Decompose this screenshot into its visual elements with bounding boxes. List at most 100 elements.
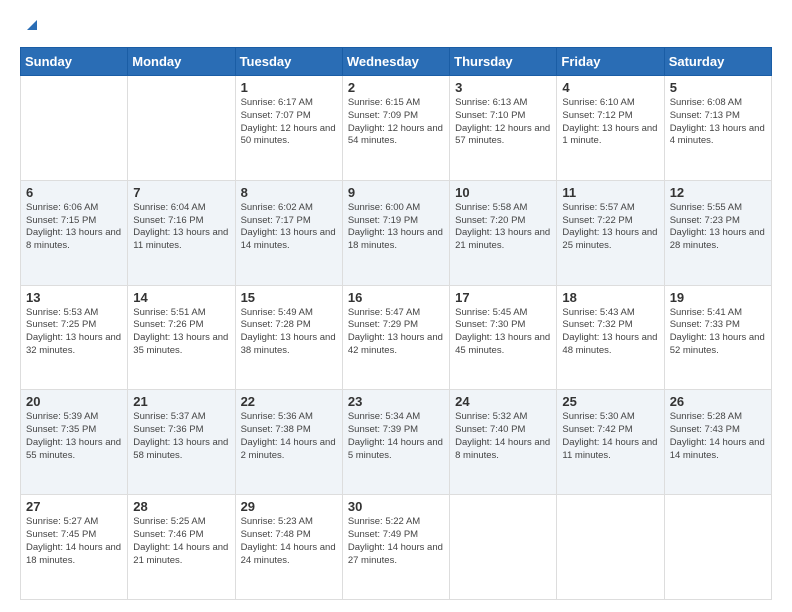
calendar-cell: 7 Sunrise: 6:04 AM Sunset: 7:16 PM Daylig… <box>128 180 235 285</box>
day-info: Sunrise: 6:15 AM Sunset: 7:09 PM Dayligh… <box>348 97 444 148</box>
calendar-cell: 9 Sunrise: 6:00 AM Sunset: 7:19 PM Daylig… <box>342 180 449 285</box>
calendar-week-4: 20 Sunrise: 5:39 AM Sunset: 7:35 PM Dayli… <box>21 390 772 495</box>
calendar-cell: 21 Sunrise: 5:37 AM Sunset: 7:36 PM Dayli… <box>128 390 235 495</box>
weekday-header-monday: Monday <box>128 48 235 76</box>
day-info: Sunrise: 5:43 AM Sunset: 7:32 PM Dayligh… <box>562 307 658 358</box>
day-number: 27 <box>26 499 122 514</box>
day-number: 9 <box>348 185 444 200</box>
day-number: 26 <box>670 394 766 409</box>
header <box>20 16 772 37</box>
calendar-cell: 26 Sunrise: 5:28 AM Sunset: 7:43 PM Dayli… <box>664 390 771 495</box>
calendar-week-2: 6 Sunrise: 6:06 AM Sunset: 7:15 PM Daylig… <box>21 180 772 285</box>
calendar-cell: 18Sunrise: 5:43 AM Sunset: 7:32 PM Dayli… <box>557 285 664 390</box>
calendar-cell: 1 Sunrise: 6:17 AM Sunset: 7:07 PM Daylig… <box>235 76 342 181</box>
day-info: Sunrise: 6:17 AM Sunset: 7:07 PM Dayligh… <box>241 97 337 148</box>
calendar-cell: 24 Sunrise: 5:32 AM Sunset: 7:40 PM Dayli… <box>450 390 557 495</box>
calendar-cell: 4 Sunrise: 6:10 AM Sunset: 7:12 PM Daylig… <box>557 76 664 181</box>
day-info: Sunrise: 5:28 AM Sunset: 7:43 PM Dayligh… <box>670 411 766 462</box>
day-info: Sunrise: 5:25 AM Sunset: 7:46 PM Dayligh… <box>133 516 229 567</box>
weekday-header-tuesday: Tuesday <box>235 48 342 76</box>
day-number: 28 <box>133 499 229 514</box>
weekday-header-saturday: Saturday <box>664 48 771 76</box>
calendar-cell: 5 Sunrise: 6:08 AM Sunset: 7:13 PM Daylig… <box>664 76 771 181</box>
calendar-cell <box>128 76 235 181</box>
day-number: 8 <box>241 185 337 200</box>
day-info: Sunrise: 5:39 AM Sunset: 7:35 PM Dayligh… <box>26 411 122 462</box>
day-info: Sunrise: 6:08 AM Sunset: 7:13 PM Dayligh… <box>670 97 766 148</box>
day-number: 24 <box>455 394 551 409</box>
calendar-cell: 30 Sunrise: 5:22 AM Sunset: 7:49 PM Dayli… <box>342 495 449 600</box>
calendar-cell: 15Sunrise: 5:49 AM Sunset: 7:28 PM Dayli… <box>235 285 342 390</box>
day-number: 29 <box>241 499 337 514</box>
day-info: Sunrise: 6:06 AM Sunset: 7:15 PM Dayligh… <box>26 202 122 253</box>
calendar-cell: 17 Sunrise: 5:45 AM Sunset: 7:30 PM Dayli… <box>450 285 557 390</box>
day-number: 21 <box>133 394 229 409</box>
day-number: 4 <box>562 80 658 95</box>
calendar-cell: 19Sunrise: 5:41 AM Sunset: 7:33 PM Dayli… <box>664 285 771 390</box>
day-info: Sunrise: 5:34 AM Sunset: 7:39 PM Dayligh… <box>348 411 444 462</box>
calendar-cell: 3 Sunrise: 6:13 AM Sunset: 7:10 PM Daylig… <box>450 76 557 181</box>
calendar-cell: 16 Sunrise: 5:47 AM Sunset: 7:29 PM Dayli… <box>342 285 449 390</box>
day-info: Sunrise: 5:32 AM Sunset: 7:40 PM Dayligh… <box>455 411 551 462</box>
day-info: Sunrise: 5:47 AM Sunset: 7:29 PM Dayligh… <box>348 307 444 358</box>
day-number: 17 <box>455 290 551 305</box>
day-info: Sunrise: 5:22 AM Sunset: 7:49 PM Dayligh… <box>348 516 444 567</box>
day-number: 16 <box>348 290 444 305</box>
calendar-cell: 11Sunrise: 5:57 AM Sunset: 7:22 PM Dayli… <box>557 180 664 285</box>
calendar-cell: 27 Sunrise: 5:27 AM Sunset: 7:45 PM Dayli… <box>21 495 128 600</box>
calendar-cell <box>450 495 557 600</box>
calendar-week-3: 13 Sunrise: 5:53 AM Sunset: 7:25 PM Dayli… <box>21 285 772 390</box>
day-number: 22 <box>241 394 337 409</box>
calendar-cell: 6 Sunrise: 6:06 AM Sunset: 7:15 PM Daylig… <box>21 180 128 285</box>
day-info: Sunrise: 6:10 AM Sunset: 7:12 PM Dayligh… <box>562 97 658 148</box>
day-info: Sunrise: 5:27 AM Sunset: 7:45 PM Dayligh… <box>26 516 122 567</box>
calendar-cell: 29 Sunrise: 5:23 AM Sunset: 7:48 PM Dayli… <box>235 495 342 600</box>
calendar-cell: 20 Sunrise: 5:39 AM Sunset: 7:35 PM Dayli… <box>21 390 128 495</box>
weekday-header-row: SundayMondayTuesdayWednesdayThursdayFrid… <box>21 48 772 76</box>
calendar-cell: 25 Sunrise: 5:30 AM Sunset: 7:42 PM Dayli… <box>557 390 664 495</box>
day-info: Sunrise: 6:04 AM Sunset: 7:16 PM Dayligh… <box>133 202 229 253</box>
day-info: Sunrise: 5:30 AM Sunset: 7:42 PM Dayligh… <box>562 411 658 462</box>
calendar-cell <box>557 495 664 600</box>
day-number: 2 <box>348 80 444 95</box>
calendar-cell: 28 Sunrise: 5:25 AM Sunset: 7:46 PM Dayli… <box>128 495 235 600</box>
day-info: Sunrise: 6:02 AM Sunset: 7:17 PM Dayligh… <box>241 202 337 253</box>
day-number: 13 <box>26 290 122 305</box>
day-info: Sunrise: 6:00 AM Sunset: 7:19 PM Dayligh… <box>348 202 444 253</box>
day-info: Sunrise: 5:51 AM Sunset: 7:26 PM Dayligh… <box>133 307 229 358</box>
weekday-header-friday: Friday <box>557 48 664 76</box>
day-number: 30 <box>348 499 444 514</box>
calendar-cell: 14Sunrise: 5:51 AM Sunset: 7:26 PM Dayli… <box>128 285 235 390</box>
day-number: 7 <box>133 185 229 200</box>
day-number: 15 <box>241 290 337 305</box>
day-number: 6 <box>26 185 122 200</box>
day-number: 11 <box>562 185 658 200</box>
weekday-header-wednesday: Wednesday <box>342 48 449 76</box>
day-number: 3 <box>455 80 551 95</box>
day-info: Sunrise: 5:23 AM Sunset: 7:48 PM Dayligh… <box>241 516 337 567</box>
day-info: Sunrise: 5:58 AM Sunset: 7:20 PM Dayligh… <box>455 202 551 253</box>
day-number: 10 <box>455 185 551 200</box>
day-number: 25 <box>562 394 658 409</box>
calendar-cell <box>664 495 771 600</box>
day-number: 5 <box>670 80 766 95</box>
day-info: Sunrise: 5:55 AM Sunset: 7:23 PM Dayligh… <box>670 202 766 253</box>
page: SundayMondayTuesdayWednesdayThursdayFrid… <box>0 0 792 612</box>
day-info: Sunrise: 5:53 AM Sunset: 7:25 PM Dayligh… <box>26 307 122 358</box>
calendar-table: SundayMondayTuesdayWednesdayThursdayFrid… <box>20 47 772 600</box>
day-number: 12 <box>670 185 766 200</box>
day-info: Sunrise: 5:36 AM Sunset: 7:38 PM Dayligh… <box>241 411 337 462</box>
day-info: Sunrise: 5:45 AM Sunset: 7:30 PM Dayligh… <box>455 307 551 358</box>
calendar-cell: 8 Sunrise: 6:02 AM Sunset: 7:17 PM Daylig… <box>235 180 342 285</box>
calendar-cell: 12 Sunrise: 5:55 AM Sunset: 7:23 PM Dayli… <box>664 180 771 285</box>
weekday-header-thursday: Thursday <box>450 48 557 76</box>
day-info: Sunrise: 5:37 AM Sunset: 7:36 PM Dayligh… <box>133 411 229 462</box>
logo <box>20 16 39 37</box>
day-info: Sunrise: 6:13 AM Sunset: 7:10 PM Dayligh… <box>455 97 551 148</box>
calendar-cell: 2 Sunrise: 6:15 AM Sunset: 7:09 PM Daylig… <box>342 76 449 181</box>
calendar-cell: 23Sunrise: 5:34 AM Sunset: 7:39 PM Dayli… <box>342 390 449 495</box>
calendar-week-1: 1 Sunrise: 6:17 AM Sunset: 7:07 PM Daylig… <box>21 76 772 181</box>
day-number: 1 <box>241 80 337 95</box>
calendar-week-5: 27 Sunrise: 5:27 AM Sunset: 7:45 PM Dayli… <box>21 495 772 600</box>
day-number: 20 <box>26 394 122 409</box>
